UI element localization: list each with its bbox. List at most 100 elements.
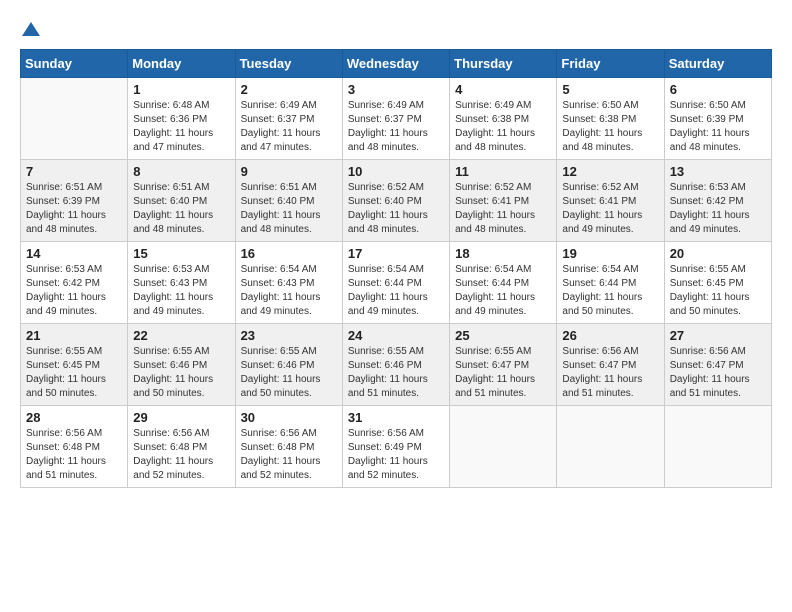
calendar-cell-day-30: 30Sunrise: 6:56 AMSunset: 6:48 PMDayligh…: [235, 406, 342, 488]
day-info: Sunrise: 6:54 AMSunset: 6:43 PMDaylight:…: [241, 263, 337, 319]
calendar-week-row: 28 Sunrise: 6:56 AMSunset: 6:48 PMDayligh…: [21, 406, 772, 488]
day-info: Sunrise: 6:54 AMSunset: 6:44 PMDaylight:…: [562, 263, 658, 319]
calendar-cell-day-25: 25Sunrise: 6:55 AMSunset: 6:47 PMDayligh…: [450, 324, 557, 406]
calendar-week-row: 14 Sunrise: 6:53 AMSunset: 6:42 PMDayligh…: [21, 242, 772, 324]
day-number: 13: [670, 164, 766, 179]
day-info: Sunrise: 6:52 AMSunset: 6:40 PMDaylight:…: [348, 181, 444, 237]
day-info: Sunrise: 6:51 AMSunset: 6:40 PMDaylight:…: [133, 181, 229, 237]
calendar-cell-day-13: 13 Sunrise: 6:53 AMSunset: 6:42 PMDayligh…: [664, 160, 771, 242]
calendar-cell-day-11: 11 Sunrise: 6:52 AMSunset: 6:41 PMDayligh…: [450, 160, 557, 242]
day-info: Sunrise: 6:56 AMSunset: 6:47 PMDaylight:…: [670, 345, 766, 401]
day-number: 11: [455, 164, 551, 179]
day-number: 21: [26, 328, 122, 343]
day-number: 27: [670, 328, 766, 343]
day-number: 28: [26, 410, 122, 425]
calendar-cell-day-12: 12 Sunrise: 6:52 AMSunset: 6:41 PMDayligh…: [557, 160, 664, 242]
day-info: Sunrise: 6:53 AMSunset: 6:43 PMDaylight:…: [133, 263, 229, 319]
day-number: 7: [26, 164, 122, 179]
day-info: Sunrise: 6:55 AMSunset: 6:47 PMDaylight:…: [455, 345, 551, 401]
calendar-cell-day-10: 10 Sunrise: 6:52 AMSunset: 6:40 PMDayligh…: [342, 160, 449, 242]
day-info: Sunrise: 6:49 AMSunset: 6:37 PMDaylight:…: [241, 99, 337, 155]
day-number: 17: [348, 246, 444, 261]
calendar-cell-day-18: 18Sunrise: 6:54 AMSunset: 6:44 PMDayligh…: [450, 242, 557, 324]
day-info: Sunrise: 6:55 AMSunset: 6:46 PMDaylight:…: [133, 345, 229, 401]
logo: [20, 20, 40, 39]
calendar-cell-day-9: 9 Sunrise: 6:51 AMSunset: 6:40 PMDaylight…: [235, 160, 342, 242]
day-info: Sunrise: 6:55 AMSunset: 6:45 PMDaylight:…: [26, 345, 122, 401]
day-number: 12: [562, 164, 658, 179]
calendar-cell-empty: [21, 78, 128, 160]
calendar-header-saturday: Saturday: [664, 50, 771, 78]
day-number: 1: [133, 82, 229, 97]
day-number: 19: [562, 246, 658, 261]
calendar-cell-day-15: 15 Sunrise: 6:53 AMSunset: 6:43 PMDayligh…: [128, 242, 235, 324]
day-info: Sunrise: 6:55 AMSunset: 6:46 PMDaylight:…: [241, 345, 337, 401]
day-number: 29: [133, 410, 229, 425]
calendar-cell-day-14: 14 Sunrise: 6:53 AMSunset: 6:42 PMDayligh…: [21, 242, 128, 324]
day-info: Sunrise: 6:54 AMSunset: 6:44 PMDaylight:…: [455, 263, 551, 319]
calendar-cell-day-23: 23 Sunrise: 6:55 AMSunset: 6:46 PMDayligh…: [235, 324, 342, 406]
day-number: 10: [348, 164, 444, 179]
day-info: Sunrise: 6:52 AMSunset: 6:41 PMDaylight:…: [455, 181, 551, 237]
calendar-cell-day-16: 16 Sunrise: 6:54 AMSunset: 6:43 PMDayligh…: [235, 242, 342, 324]
day-number: 4: [455, 82, 551, 97]
calendar-cell-day-4: 4 Sunrise: 6:49 AMSunset: 6:38 PMDaylight…: [450, 78, 557, 160]
day-info: Sunrise: 6:54 AMSunset: 6:44 PMDaylight:…: [348, 263, 444, 319]
day-info: Sunrise: 6:55 AMSunset: 6:46 PMDaylight:…: [348, 345, 444, 401]
day-info: Sunrise: 6:52 AMSunset: 6:41 PMDaylight:…: [562, 181, 658, 237]
day-number: 3: [348, 82, 444, 97]
day-info: Sunrise: 6:50 AMSunset: 6:39 PMDaylight:…: [670, 99, 766, 155]
calendar-cell-day-29: 29 Sunrise: 6:56 AMSunset: 6:48 PMDayligh…: [128, 406, 235, 488]
day-number: 24: [348, 328, 444, 343]
day-info: Sunrise: 6:48 AMSunset: 6:36 PMDaylight:…: [133, 99, 229, 155]
day-info: Sunrise: 6:53 AMSunset: 6:42 PMDaylight:…: [670, 181, 766, 237]
day-number: 23: [241, 328, 337, 343]
day-number: 22: [133, 328, 229, 343]
calendar-cell-empty: [557, 406, 664, 488]
day-info: Sunrise: 6:49 AMSunset: 6:38 PMDaylight:…: [455, 99, 551, 155]
calendar-cell-empty: [664, 406, 771, 488]
calendar-header-monday: Monday: [128, 50, 235, 78]
day-number: 31: [348, 410, 444, 425]
calendar-cell-day-24: 24 Sunrise: 6:55 AMSunset: 6:46 PMDayligh…: [342, 324, 449, 406]
calendar-header-tuesday: Tuesday: [235, 50, 342, 78]
calendar-cell-day-7: 7Sunrise: 6:51 AMSunset: 6:39 PMDaylight…: [21, 160, 128, 242]
day-info: Sunrise: 6:49 AMSunset: 6:37 PMDaylight:…: [348, 99, 444, 155]
day-info: Sunrise: 6:55 AMSunset: 6:45 PMDaylight:…: [670, 263, 766, 319]
day-number: 2: [241, 82, 337, 97]
day-info: Sunrise: 6:56 AMSunset: 6:47 PMDaylight:…: [562, 345, 658, 401]
day-info: Sunrise: 6:56 AMSunset: 6:48 PMDaylight:…: [133, 427, 229, 483]
calendar-header-sunday: Sunday: [21, 50, 128, 78]
calendar-cell-day-31: 31 Sunrise: 6:56 AMSunset: 6:49 PMDayligh…: [342, 406, 449, 488]
day-number: 14: [26, 246, 122, 261]
page-header: [20, 20, 772, 39]
logo-icon: [22, 20, 40, 38]
calendar-cell-day-17: 17 Sunrise: 6:54 AMSunset: 6:44 PMDayligh…: [342, 242, 449, 324]
day-info: Sunrise: 6:56 AMSunset: 6:48 PMDaylight:…: [26, 427, 122, 483]
calendar-table: SundayMondayTuesdayWednesdayThursdayFrid…: [20, 49, 772, 488]
day-number: 8: [133, 164, 229, 179]
calendar-cell-empty: [450, 406, 557, 488]
calendar-header-thursday: Thursday: [450, 50, 557, 78]
calendar-cell-day-27: 27 Sunrise: 6:56 AMSunset: 6:47 PMDayligh…: [664, 324, 771, 406]
calendar-header-wednesday: Wednesday: [342, 50, 449, 78]
day-number: 15: [133, 246, 229, 261]
day-number: 20: [670, 246, 766, 261]
day-number: 9: [241, 164, 337, 179]
day-info: Sunrise: 6:51 AMSunset: 6:40 PMDaylight:…: [241, 181, 337, 237]
calendar-week-row: 7Sunrise: 6:51 AMSunset: 6:39 PMDaylight…: [21, 160, 772, 242]
calendar-week-row: 1 Sunrise: 6:48 AMSunset: 6:36 PMDaylight…: [21, 78, 772, 160]
day-info: Sunrise: 6:56 AMSunset: 6:49 PMDaylight:…: [348, 427, 444, 483]
day-info: Sunrise: 6:53 AMSunset: 6:42 PMDaylight:…: [26, 263, 122, 319]
calendar-cell-day-20: 20 Sunrise: 6:55 AMSunset: 6:45 PMDayligh…: [664, 242, 771, 324]
day-number: 16: [241, 246, 337, 261]
calendar-header-friday: Friday: [557, 50, 664, 78]
day-number: 26: [562, 328, 658, 343]
calendar-cell-day-6: 6Sunrise: 6:50 AMSunset: 6:39 PMDaylight…: [664, 78, 771, 160]
day-info: Sunrise: 6:50 AMSunset: 6:38 PMDaylight:…: [562, 99, 658, 155]
calendar-cell-day-3: 3 Sunrise: 6:49 AMSunset: 6:37 PMDaylight…: [342, 78, 449, 160]
calendar-cell-day-28: 28 Sunrise: 6:56 AMSunset: 6:48 PMDayligh…: [21, 406, 128, 488]
calendar-header-row: SundayMondayTuesdayWednesdayThursdayFrid…: [21, 50, 772, 78]
calendar-cell-day-5: 5Sunrise: 6:50 AMSunset: 6:38 PMDaylight…: [557, 78, 664, 160]
calendar-cell-day-21: 21 Sunrise: 6:55 AMSunset: 6:45 PMDayligh…: [21, 324, 128, 406]
